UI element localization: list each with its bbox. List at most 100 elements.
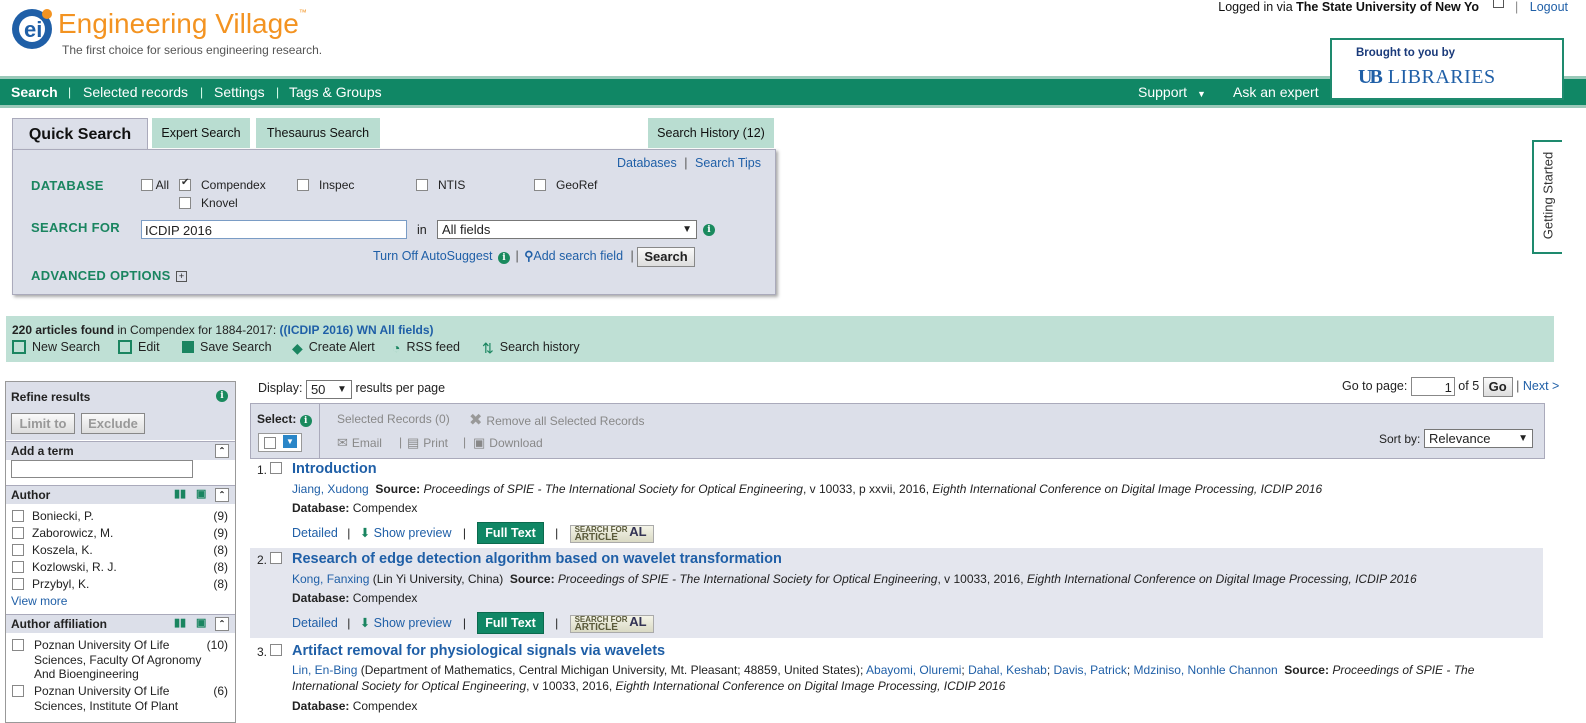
search-history-action[interactable]: ⇅ Search history <box>482 340 580 356</box>
select-info-icon[interactable]: i <box>299 415 312 427</box>
export-icon[interactable]: ▣ <box>196 487 206 500</box>
preview-icon: ⬇ <box>359 616 371 630</box>
save-search-action[interactable]: Save Search <box>182 340 272 354</box>
autosuggest-toggle-link[interactable]: Turn Off AutoSuggest <box>373 249 493 263</box>
db-ntis-checkbox[interactable]: NTIS <box>416 178 465 192</box>
facet-author[interactable]: Kozlowski, R. J. (8) <box>12 560 228 574</box>
search-for-article-button[interactable]: SEARCH FOR ARTICLE AL <box>569 524 654 543</box>
database-label: DATABASE <box>31 178 104 193</box>
next-page-link[interactable]: Next > <box>1523 379 1559 393</box>
db-knovel-checkbox[interactable]: Knovel <box>179 196 238 210</box>
result-checkbox[interactable] <box>270 644 282 656</box>
tab-expert-search[interactable]: Expert Search <box>152 118 250 148</box>
show-preview-link[interactable]: ⬇ Show preview <box>360 526 452 540</box>
result-checkbox[interactable] <box>270 552 282 564</box>
select-all-dropdown[interactable]: ▼ <box>258 433 302 452</box>
advanced-options-toggle[interactable]: ADVANCED OPTIONS + <box>31 268 187 283</box>
exclude-button[interactable]: Exclude <box>81 413 145 434</box>
databases-link[interactable]: Databases <box>617 156 677 170</box>
email-icon: ✉ <box>337 435 348 450</box>
author-link[interactable]: Davis, Patrick <box>1054 663 1127 677</box>
show-preview-link[interactable]: ⬇ Show preview <box>360 616 452 630</box>
download-action[interactable]: ▣ Download <box>473 435 543 451</box>
go-button[interactable]: Go <box>1482 376 1513 397</box>
author-link[interactable]: Dahal, Keshab <box>968 663 1047 677</box>
result-citation: Kong, Fanxing (Lin Yi University, China)… <box>292 572 1417 586</box>
search-for-article-button[interactable]: SEARCH FOR ARTICLE AL <box>569 614 654 633</box>
nav-ask-expert[interactable]: Ask an expert <box>1233 84 1319 100</box>
author-link[interactable]: Abayomi, Oluremi <box>866 663 961 677</box>
db-compendex-checkbox[interactable]: Compendex <box>179 177 266 192</box>
bar-chart-icon[interactable]: ▮▮ <box>174 616 186 629</box>
author-link[interactable]: Kong, Fanxing <box>292 572 369 586</box>
print-action[interactable]: ▤ Print <box>407 435 448 451</box>
edit-action[interactable]: Edit <box>118 339 160 355</box>
author-link[interactable]: Jiang, Xudong <box>292 482 369 496</box>
search-tips-link[interactable]: Search Tips <box>695 156 761 170</box>
facet-affiliation[interactable]: Poznan University Of Life Sciences, Facu… <box>12 638 228 682</box>
search-field-select[interactable]: All fields ▼ <box>437 220 697 239</box>
page-number-input[interactable]: 1 <box>1410 377 1455 396</box>
detailed-link[interactable]: Detailed <box>292 616 338 630</box>
author-link[interactable]: Mdziniso, Nonhle Channon <box>1134 663 1278 677</box>
ub-libraries-banner[interactable]: Brought to you by UB LIBRARIES <box>1330 38 1564 100</box>
facet-author[interactable]: Zaborowicz, M. (9) <box>12 526 228 540</box>
db-all-checkbox[interactable]: All <box>141 178 169 192</box>
result-actions: Detailed | ⬇ Show preview | Full Text | … <box>292 522 1522 544</box>
engineering-village-logo[interactable]: ei Engineering Village™ The first choice… <box>10 6 340 66</box>
query-link[interactable]: ((ICDIP 2016) WN All fields) <box>280 323 434 337</box>
per-page-select[interactable]: 50 ▼ <box>305 380 352 399</box>
refine-info-icon[interactable]: i <box>216 390 228 402</box>
nav-selected-records[interactable]: Selected records <box>83 84 188 100</box>
select-dropdown-icon: ▼ <box>283 435 297 448</box>
result-title[interactable]: Research of edge detection algorithm bas… <box>292 551 782 567</box>
detailed-link[interactable]: Detailed <box>292 526 338 540</box>
sort-select[interactable]: Relevance ▼ <box>1424 429 1533 448</box>
author-link[interactable]: Lin, En-Bing <box>292 663 357 677</box>
nav-support[interactable]: Support ▼ <box>1138 84 1206 100</box>
facet-author[interactable]: Boniecki, P. (9) <box>12 509 228 523</box>
view-more-link[interactable]: View more <box>11 594 67 608</box>
results-toolbar: Select: i ▼ Selected Records (0) ✖ Remove… <box>250 403 1545 459</box>
preview-icon: ⬇ <box>359 526 371 540</box>
facet-author[interactable]: Koszela, K. (8) <box>12 543 228 557</box>
nav-tags-groups[interactable]: Tags & Groups <box>289 84 382 100</box>
export-icon[interactable]: ▣ <box>196 616 206 629</box>
nav-search[interactable]: Search <box>11 84 58 100</box>
institution-icon[interactable] <box>1492 0 1504 8</box>
tab-thesaurus-search[interactable]: Thesaurus Search <box>256 118 380 148</box>
bar-chart-icon[interactable]: ▮▮ <box>174 487 186 500</box>
nav-settings[interactable]: Settings <box>214 84 265 100</box>
result-title[interactable]: Introduction <box>292 461 377 477</box>
collapse-icon[interactable]: ⌃ <box>215 444 229 458</box>
getting-started-tab[interactable]: Getting Started <box>1532 140 1562 254</box>
autosuggest-info-icon[interactable]: i <box>498 252 511 264</box>
author-affiliation-section: Author affiliation ▮▮ ▣ ⌃ <box>6 614 235 633</box>
new-search-action[interactable]: New Search <box>12 339 100 355</box>
institution-name: The State University of New Yo <box>1296 0 1480 14</box>
rss-feed-action[interactable]: ◔ RSS feed <box>392 340 460 356</box>
info-icon[interactable]: i <box>703 224 715 236</box>
tab-search-history[interactable]: Search History (12) <box>648 118 774 148</box>
result-number: 3. <box>257 645 268 659</box>
collapse-icon[interactable]: ⌃ <box>215 488 229 502</box>
full-text-button[interactable]: Full Text <box>477 522 544 544</box>
limit-to-button[interactable]: Limit to <box>11 413 75 434</box>
search-input[interactable]: ICDIP 2016 <box>141 220 407 239</box>
add-search-field-link[interactable]: Add search field <box>533 249 623 263</box>
result-checkbox[interactable] <box>270 462 282 474</box>
add-term-input[interactable] <box>11 460 193 478</box>
logout-link[interactable]: Logout <box>1530 0 1568 14</box>
collapse-icon[interactable]: ⌃ <box>215 617 229 631</box>
remove-all-selected[interactable]: ✖ Remove all Selected Records <box>469 410 644 430</box>
create-alert-action[interactable]: ◆ Create Alert <box>292 340 375 356</box>
facet-affiliation[interactable]: Poznan University Of Life Sciences, Inst… <box>12 684 228 713</box>
full-text-button[interactable]: Full Text <box>477 612 544 634</box>
facet-author[interactable]: Przybyl, K. (8) <box>12 577 228 591</box>
result-title[interactable]: Artifact removal for physiological signa… <box>292 643 665 659</box>
tab-quick-search[interactable]: Quick Search <box>12 118 148 151</box>
db-georef-checkbox[interactable]: GeoRef <box>534 178 597 192</box>
email-action[interactable]: ✉ Email <box>337 435 382 451</box>
search-button[interactable]: Search <box>637 247 695 267</box>
db-inspec-checkbox[interactable]: Inspec <box>297 178 354 192</box>
